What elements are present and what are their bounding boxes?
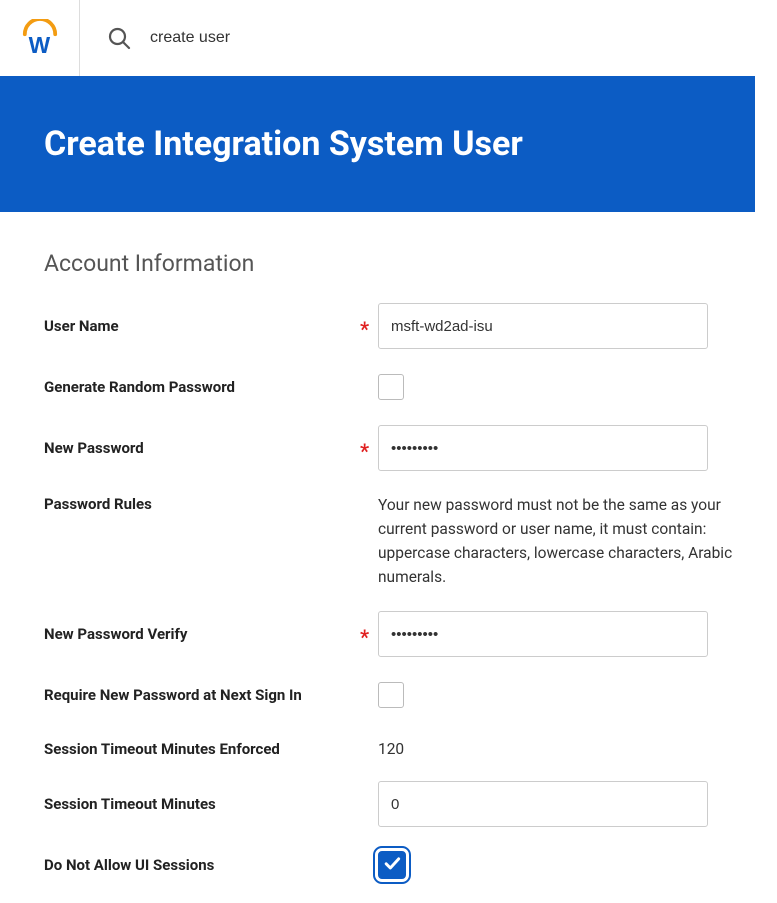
required-marker: *	[360, 625, 378, 649]
section-title: Account Information	[44, 250, 777, 277]
label-no-ui-sessions: Do Not Allow UI Sessions	[44, 856, 360, 874]
row-generate-random-password: Generate Random Password	[44, 371, 777, 403]
label-require-new-password: Require New Password at Next Sign In	[44, 686, 360, 704]
svg-text:W: W	[28, 32, 50, 57]
required-marker: *	[360, 439, 378, 463]
search-input[interactable]	[150, 29, 550, 47]
row-session-timeout: Session Timeout Minutes	[44, 781, 777, 827]
row-no-ui-sessions: Do Not Allow UI Sessions	[44, 849, 777, 881]
top-header: W	[0, 0, 777, 76]
row-password-rules: Password Rules Your new password must no…	[44, 493, 777, 589]
search-icon	[106, 25, 132, 51]
page-banner: Create Integration System User	[0, 76, 755, 212]
label-new-password-verify: New Password Verify	[44, 625, 360, 643]
require-new-password-checkbox[interactable]	[378, 682, 404, 708]
form-content: Account Information User Name * Generate…	[0, 212, 777, 881]
label-session-timeout-enforced: Session Timeout Minutes Enforced	[44, 740, 360, 758]
app-logo: W	[0, 0, 80, 76]
row-session-timeout-enforced: Session Timeout Minutes Enforced 120	[44, 733, 777, 765]
row-new-password: New Password *	[44, 425, 777, 471]
search-area	[80, 25, 550, 51]
check-icon	[382, 853, 402, 877]
label-password-rules: Password Rules	[44, 493, 360, 513]
required-marker: *	[360, 317, 378, 341]
page-title: Create Integration System User	[44, 124, 755, 164]
session-timeout-input[interactable]	[378, 781, 708, 827]
label-new-password: New Password	[44, 439, 360, 457]
workday-logo-icon: W	[21, 19, 59, 57]
password-rules-text: Your new password must not be the same a…	[378, 493, 758, 589]
no-ui-sessions-checkbox[interactable]	[378, 851, 406, 879]
session-timeout-enforced-value: 120	[378, 740, 404, 758]
user-name-input[interactable]	[378, 303, 708, 349]
new-password-input[interactable]	[378, 425, 708, 471]
row-new-password-verify: New Password Verify *	[44, 611, 777, 657]
label-generate-random-password: Generate Random Password	[44, 378, 360, 396]
row-require-new-password: Require New Password at Next Sign In	[44, 679, 777, 711]
row-user-name: User Name *	[44, 303, 777, 349]
label-user-name: User Name	[44, 317, 360, 335]
generate-random-password-checkbox[interactable]	[378, 374, 404, 400]
label-session-timeout: Session Timeout Minutes	[44, 795, 360, 813]
new-password-verify-input[interactable]	[378, 611, 708, 657]
